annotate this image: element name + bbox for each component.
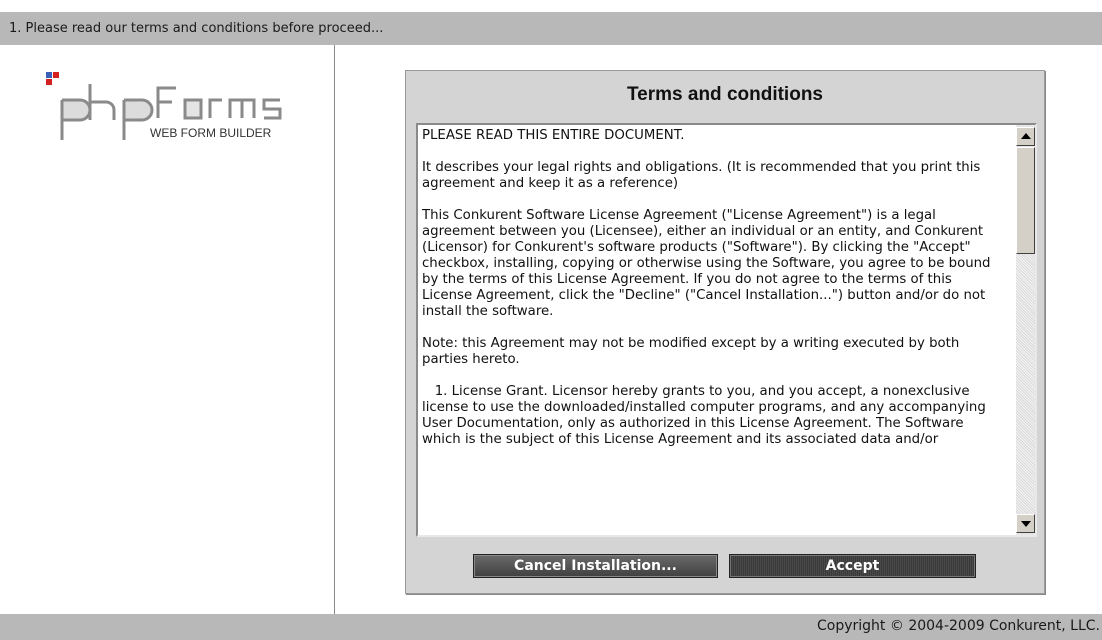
terms-paragraph: 1. License Grant. Licensor hereby grants… (422, 384, 991, 447)
scrollbar-thumb[interactable] (1016, 147, 1035, 254)
terms-paragraph: Note: this Agreement may not be modified… (422, 336, 964, 367)
arrow-up-icon (1021, 133, 1031, 139)
scroll-up-button[interactable] (1016, 127, 1035, 146)
logo-tagline: WEB FORM BUILDER (150, 126, 272, 140)
copyright-text: Copyright © 2004-2009 Conkurent, LLC. (817, 618, 1100, 634)
panel-title: Terms and conditions (626, 84, 823, 105)
step-header: 1. Please read our terms and conditions … (0, 12, 1102, 45)
step-text: 1. Please read our terms and conditions … (9, 21, 384, 36)
arrow-down-icon (1021, 521, 1031, 527)
phpforms-logo: WEB FORM BUILDER (40, 70, 300, 150)
cancel-installation-button[interactable]: Cancel Installation... (473, 554, 718, 578)
accept-button[interactable]: Accept (729, 554, 976, 578)
terms-paragraph: It describes your legal rights and oblig… (422, 160, 985, 191)
footer: Copyright © 2004-2009 Conkurent, LLC. (0, 614, 1102, 640)
top-strip (0, 0, 1102, 12)
vertical-scrollbar[interactable] (1016, 125, 1035, 535)
terms-paragraph: This Conkurent Software License Agreemen… (422, 208, 995, 319)
scroll-down-button[interactable] (1016, 514, 1035, 533)
terms-text: PLEASE READ THIS ENTIRE DOCUMENT. It des… (422, 128, 1000, 464)
terms-paragraph: PLEASE READ THIS ENTIRE DOCUMENT. (422, 128, 685, 143)
button-row: Cancel Installation... Accept (405, 548, 1045, 578)
terms-textarea[interactable]: PLEASE READ THIS ENTIRE DOCUMENT. It des… (416, 123, 1037, 537)
